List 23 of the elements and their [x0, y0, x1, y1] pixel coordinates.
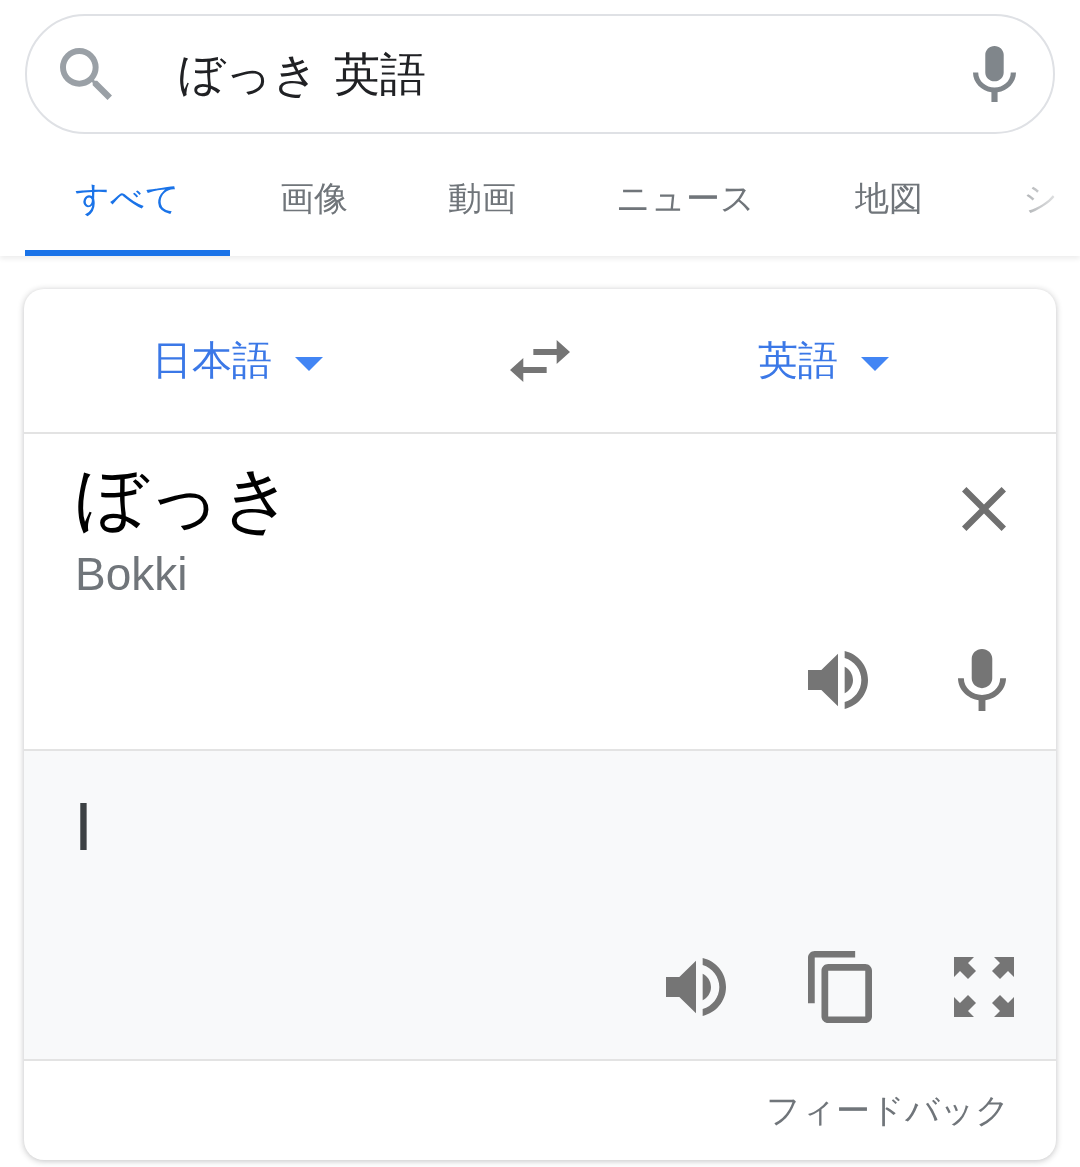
fullscreen-icon[interactable]	[954, 957, 1014, 1017]
caret-icon	[295, 356, 323, 371]
target-language-button[interactable]: 英語	[758, 333, 889, 388]
copy-icon[interactable]	[808, 951, 872, 1023]
mic-icon[interactable]	[958, 649, 1006, 711]
romanization-text: Bokki	[75, 547, 188, 603]
close-icon[interactable]	[962, 487, 1006, 531]
mic-icon[interactable]	[973, 46, 1016, 102]
tab[interactable]: すべて	[25, 142, 230, 256]
swap-icon[interactable]	[510, 339, 570, 382]
search-field[interactable]: ぼっき 英語	[25, 14, 1055, 134]
caret-icon	[861, 356, 889, 371]
translation-text: I	[74, 789, 93, 864]
speaker-icon[interactable]	[808, 651, 868, 709]
speaker-icon[interactable]	[666, 958, 726, 1016]
tab[interactable]: 画像	[230, 142, 398, 256]
tab[interactable]: ニュース	[566, 142, 805, 256]
search-icon[interactable]	[60, 48, 112, 100]
tab[interactable]: 動画	[398, 142, 566, 256]
tab[interactable]: 地図	[805, 142, 973, 256]
source-language-button[interactable]: 日本語	[152, 333, 323, 388]
source-text: ぼっき	[75, 456, 294, 542]
feedback-link[interactable]: フィードバック	[766, 1087, 1010, 1134]
